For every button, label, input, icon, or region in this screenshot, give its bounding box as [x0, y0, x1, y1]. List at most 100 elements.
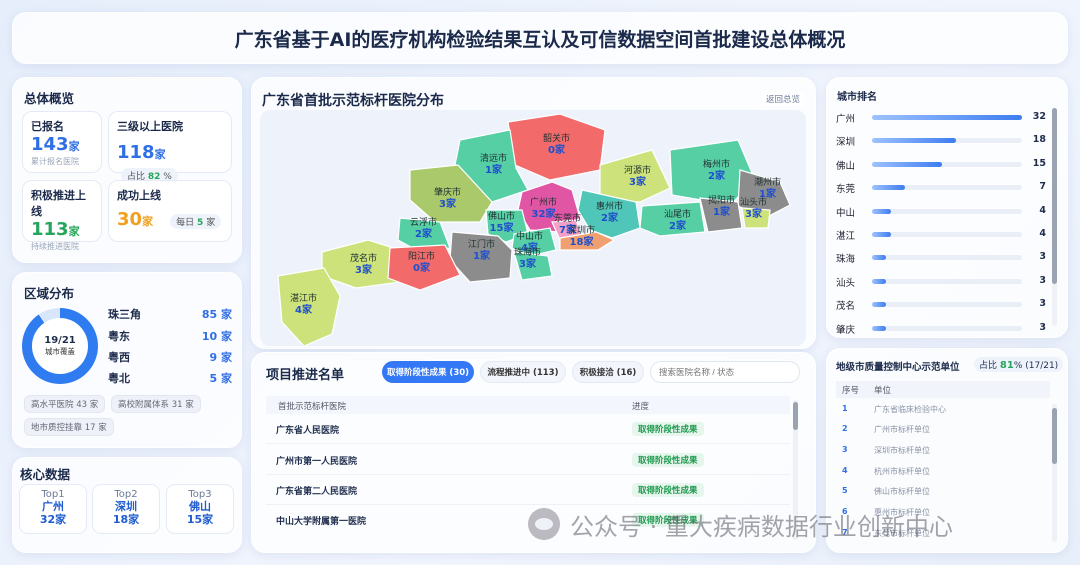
ranking-scrollbar[interactable]: [1052, 108, 1057, 326]
map-shaochi[interactable]: [507, 113, 606, 181]
ranking-bar: [872, 185, 1022, 191]
col-hospital: 首批示范标杆医院: [278, 402, 347, 412]
map-heyuan[interactable]: [599, 149, 671, 203]
top-count: 32家: [39, 513, 67, 526]
table-row[interactable]: 广东省人民医院 取得阶段性成果: [266, 414, 790, 444]
unit-index: 2: [842, 424, 848, 433]
unit-name: 杭州市标杆单位: [874, 467, 930, 476]
header-bar: 广东省基于AI的医疗机构检验结果互认及可信数据空间首批建设总体概况: [12, 12, 1068, 64]
hospital-search-input[interactable]: [650, 361, 800, 383]
map-shantou[interactable]: [741, 207, 771, 229]
active-tile[interactable]: 积极推进上线 113家 持续推进医院: [22, 180, 102, 251]
ranking-city: 佛山: [836, 160, 856, 172]
map-jieyang[interactable]: [699, 197, 743, 233]
registered-tile[interactable]: 已报名 143家 累计报名医院: [22, 111, 102, 173]
top1-box[interactable]: Top1 广州 32家: [19, 484, 87, 534]
list-item[interactable]: 4 杭州市标杆单位: [836, 462, 1050, 482]
ranking-row[interactable]: 肇庆 3: [836, 321, 1046, 339]
ranking-bar-fill: [872, 302, 887, 308]
online-daily-label: 每日: [176, 218, 195, 228]
list-item[interactable]: 5 佛山市标杆单位: [836, 482, 1050, 502]
ranking-value: 7: [1039, 181, 1046, 193]
scroll-thumb[interactable]: [1052, 408, 1057, 464]
region-row-prd[interactable]: 珠三角 85 家: [108, 306, 232, 322]
ranking-value: 3: [1039, 274, 1046, 286]
unit-name: 佛山市标杆单位: [874, 487, 930, 496]
online-daily-unit: 家: [206, 218, 216, 228]
active-unit: 家: [68, 225, 80, 238]
map-yangjiang[interactable]: [387, 244, 461, 291]
unit-name: 广州市标杆单位: [874, 425, 930, 434]
ranking-row[interactable]: 中山 4: [836, 204, 1046, 222]
tab-contacting[interactable]: 积极接洽 (16): [572, 361, 644, 383]
scroll-thumb[interactable]: [1052, 108, 1057, 284]
ranking-bar: [872, 255, 1022, 261]
ranking-row[interactable]: 广州 32: [836, 110, 1046, 128]
map-maoming[interactable]: [321, 239, 401, 289]
ranking-city: 东莞: [836, 184, 856, 196]
ranking-row[interactable]: 佛山 15: [836, 157, 1046, 175]
ranking-bar: [872, 208, 1022, 214]
registered-unit: 家: [68, 140, 80, 153]
ranking-row[interactable]: 深圳 18: [836, 133, 1046, 151]
donut-center: 19/21 城市覆盖: [32, 318, 88, 374]
tier3-tile[interactable]: 三级以上医院 118家 占比 82 %: [108, 111, 232, 183]
hospital-name: 广东省人民医院: [276, 426, 340, 436]
project-title: 项目推进名单: [266, 368, 345, 383]
status-badge: 取得阶段性成果: [632, 483, 704, 497]
map-zhuhai[interactable]: [513, 251, 553, 281]
region-title: 区域分布: [24, 286, 75, 301]
ranking-value: 3: [1039, 298, 1046, 310]
map-reset-link[interactable]: 返回总览: [762, 92, 805, 106]
online-tile[interactable]: 成功上线 30家 每日 5 家: [108, 180, 232, 242]
hospital-name: 广州市第一人民医院: [276, 457, 358, 467]
map-shanwei[interactable]: [639, 201, 706, 237]
quality-scrollbar[interactable]: [1052, 404, 1057, 542]
ranking-bar-fill: [872, 278, 887, 284]
list-item[interactable]: 3 深圳市标杆单位: [836, 441, 1050, 461]
list-item[interactable]: 2 广州市标杆单位: [836, 420, 1050, 440]
online-daily: 5: [197, 218, 204, 228]
ranking-bar-fill: [872, 161, 943, 167]
region-row-east[interactable]: 粤东 10 家: [108, 328, 232, 344]
ranking-row[interactable]: 东莞 7: [836, 180, 1046, 198]
region-row-west[interactable]: 粤西 9 家: [108, 349, 232, 365]
region-tag: 高水平医院 43 家: [24, 395, 106, 413]
top2-box[interactable]: Top2 深圳 18家: [92, 484, 160, 534]
ranking-city: 茂名: [836, 301, 856, 313]
unit-name: 深圳市标杆单位: [874, 446, 930, 455]
tier3-value: 118: [117, 142, 155, 163]
ranking-bar: [872, 138, 1022, 144]
ranking-bar-fill: [872, 232, 891, 237]
scroll-thumb[interactable]: [793, 402, 798, 430]
table-row[interactable]: 广东省第二人民医院 取得阶段性成果: [266, 475, 790, 505]
overview-title: 总体概览: [24, 91, 75, 106]
tab-achieved[interactable]: 取得阶段性成果 (30): [382, 361, 474, 383]
registered-sub: 累计报名医院: [31, 157, 79, 166]
region-value: 10 家: [201, 330, 232, 343]
ranking-value: 4: [1039, 228, 1046, 239]
map-zhanjiang[interactable]: [277, 267, 341, 347]
status-badge: 取得阶段性成果: [632, 453, 704, 467]
table-row[interactable]: 广州市第一人民医院 取得阶段性成果: [266, 445, 790, 475]
guangdong-map: 韶关市 0家 清远市 1家 河源市 3家 梅州市 2家 潮州市 1家 肇庆市 3家 广州市 3…: [260, 110, 806, 347]
page-title: 广东省基于AI的医疗机构检验结果互认及可信数据空间首批建设总体概况: [234, 28, 846, 51]
ranking-bar-fill: [872, 138, 957, 144]
ranking-row[interactable]: 珠海 3: [836, 250, 1046, 268]
region-name: 粤北: [108, 372, 130, 385]
top3-box[interactable]: Top3 佛山 15家: [166, 484, 234, 534]
top-rank: Top3: [188, 489, 212, 500]
list-item[interactable]: 1 广东省临床检验中心: [836, 400, 1050, 420]
status-badge: 取得阶段性成果: [632, 422, 704, 436]
ranking-row[interactable]: 湛江 4: [836, 227, 1046, 245]
region-row-north[interactable]: 粤北 5 家: [108, 370, 232, 386]
project-table-header: 首批示范标杆医院 进度: [266, 396, 790, 414]
ranking-city: 肇庆: [836, 324, 856, 336]
ranking-row[interactable]: 茂名 3: [836, 297, 1046, 315]
region-value: 85 家: [201, 308, 232, 321]
ranking-bar-fill: [872, 325, 887, 331]
watermark: 公众号 · 重大疾病数据行业创新中心: [528, 504, 1050, 544]
online-daily-pill: 每日 5 家: [170, 214, 222, 229]
ranking-row[interactable]: 汕头 3: [836, 274, 1046, 292]
tab-in-progress[interactable]: 流程推进中 (113): [480, 361, 566, 383]
